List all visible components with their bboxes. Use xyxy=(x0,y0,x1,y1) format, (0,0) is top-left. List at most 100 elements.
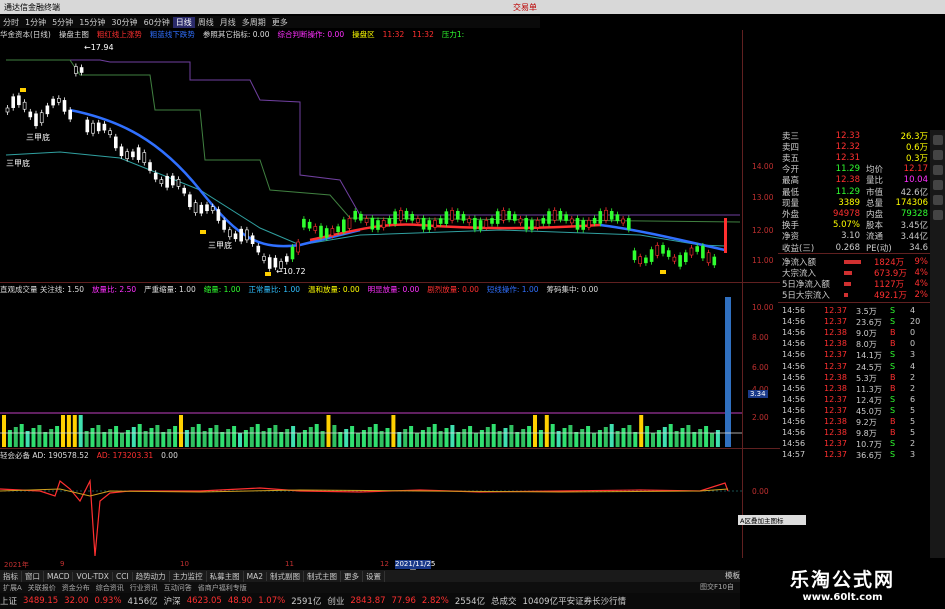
tool-icon[interactable] xyxy=(932,150,943,160)
period-tab[interactable]: 30分钟 xyxy=(108,17,140,28)
overlay-label[interactable]: A区叠加主图标 xyxy=(738,515,806,525)
period-tab[interactable]: 更多 xyxy=(269,17,291,28)
quote-value: 12.17 xyxy=(903,164,928,175)
candle xyxy=(273,257,278,268)
tool-icon[interactable] xyxy=(932,195,943,205)
indicator-tab[interactable]: 制式副图 xyxy=(267,570,305,582)
candle xyxy=(62,100,67,112)
quote-row: 卖三 12.33 26.3万 xyxy=(778,130,930,142)
indicator-tab[interactable]: 窗口 xyxy=(22,570,44,582)
f10-label[interactable]: 图交F10自 xyxy=(700,582,742,593)
candle xyxy=(56,98,61,103)
volume-bar xyxy=(639,415,644,447)
info-tab[interactable]: 关联报价 xyxy=(25,583,59,593)
watermark-url: www.60lt.com xyxy=(802,591,883,603)
info-tab[interactable]: 资金分布 xyxy=(59,583,93,593)
indicator-param: 明显放量: 0.00 xyxy=(367,285,420,294)
tick-row: 14:56 12.37 12.4万 S 6 xyxy=(778,395,930,406)
quote-label: PE(动) xyxy=(866,243,892,254)
tick-cell: 10.7万 xyxy=(856,440,882,450)
indicator-tab[interactable]: 更多 xyxy=(341,570,364,582)
info-tab[interactable]: 扩展A xyxy=(0,583,25,593)
tick-cell: 14.1万 xyxy=(856,351,882,361)
volume-bar-spike xyxy=(725,297,731,447)
period-tab[interactable]: 周线 xyxy=(195,17,217,28)
bottom-tab-bar-2: 扩展A 关联报价 资金分布 综合资讯 行业资讯 互动问答 省商户福利专版 xyxy=(0,582,740,593)
quote-value: 12.38 xyxy=(835,175,860,186)
candle xyxy=(96,122,101,132)
volume-bar xyxy=(391,415,396,447)
date-cursor-box: 2021/11/25四 xyxy=(395,560,436,577)
indicator-tab[interactable]: 趋势动力 xyxy=(133,570,170,582)
period-tab[interactable]: 多周期 xyxy=(239,17,269,28)
quote-row: 今开 11.29 均价 12.17 xyxy=(778,164,930,175)
tick-count: 20 xyxy=(910,317,921,327)
volume-bar xyxy=(521,429,526,447)
status-item: 4156亿 xyxy=(127,597,158,607)
indicator-param: 直观成交量 关注线: 1.50 xyxy=(0,285,84,294)
period-tab[interactable]: 日线 xyxy=(172,16,195,28)
pane-divider xyxy=(0,282,780,283)
tick-row: 14:56 12.38 8.0万 B 0 xyxy=(778,339,930,350)
main-kline-chart[interactable]: 三甲底三甲底三甲底←17.94←10.72 xyxy=(0,40,742,282)
trade-button[interactable]: 交易单 xyxy=(513,2,537,13)
indicator-tab[interactable]: 设置 xyxy=(363,570,386,582)
indicator-tab[interactable]: MA2 xyxy=(244,571,268,581)
candle xyxy=(364,218,369,223)
indicator-tab[interactable]: 私募主图 xyxy=(207,570,244,582)
info-tab[interactable]: 综合资讯 xyxy=(93,583,127,593)
quote-volume: 0.3万 xyxy=(905,153,928,164)
tick-cell: 3.5万 xyxy=(856,307,877,316)
volume-bar xyxy=(662,427,667,447)
candle xyxy=(672,256,677,262)
ad-chart[interactable] xyxy=(0,461,742,559)
tool-icon[interactable] xyxy=(932,210,943,220)
volume-bar xyxy=(173,426,178,447)
candle xyxy=(433,220,437,228)
quote-panel: 卖三 12.33 26.3万 卖四 12.32 0.6万 卖五 12.31 0.3万 今开 11.2… xyxy=(778,130,930,600)
status-item: 4623.05 xyxy=(186,596,222,606)
tick-cell: 12.38 xyxy=(824,328,847,338)
indicator-tab[interactable]: MACD xyxy=(44,571,74,581)
status-item: 总成交 xyxy=(491,597,517,607)
candle xyxy=(598,211,603,224)
indicator-param: 严重缩量: 1.00 xyxy=(144,285,196,294)
info-tab[interactable]: 省商户福利专版 xyxy=(195,583,250,593)
info-tab[interactable]: 互动问答 xyxy=(161,583,195,593)
quote-row: 换手 5.07% 股本 3.45亿 xyxy=(778,220,930,231)
candle xyxy=(683,252,688,263)
indicator-tab[interactable]: 主力监控 xyxy=(170,570,207,582)
indicator-tab[interactable]: VOL-TDX xyxy=(73,571,113,581)
quote-volume: 0.6万 xyxy=(905,142,928,153)
volume-chart[interactable] xyxy=(0,295,742,447)
fund-flow-row: 净流入额 1824万 9% xyxy=(778,256,930,268)
volume-bar xyxy=(55,426,60,447)
tick-row: 14:57 12.37 36.6万 S 3 xyxy=(778,450,930,461)
period-tab[interactable]: 60分钟 xyxy=(141,17,173,28)
indicator-param: 轻会必备 AD: 190578.52 xyxy=(0,451,89,460)
tool-icon[interactable] xyxy=(932,135,943,145)
tick-count: 5 xyxy=(910,428,916,438)
period-tab[interactable]: 1分钟 xyxy=(22,17,49,28)
indicator-tab[interactable]: 制式主图 xyxy=(304,570,342,582)
tool-icon[interactable] xyxy=(932,180,943,190)
tool-icon[interactable] xyxy=(932,165,943,175)
candle xyxy=(102,123,107,131)
period-tab[interactable]: 分时 xyxy=(0,17,22,28)
period-tab[interactable]: 5分钟 xyxy=(49,17,76,28)
status-item: 2.82% xyxy=(421,596,449,606)
candle xyxy=(501,210,506,221)
volume-bar xyxy=(367,427,372,447)
period-tab[interactable]: 月线 xyxy=(217,17,239,28)
candle xyxy=(284,256,289,262)
volume-bar xyxy=(196,424,201,447)
indicator-tab[interactable]: 指标 xyxy=(0,570,22,582)
volume-bar xyxy=(96,425,101,447)
period-tab[interactable]: 15分钟 xyxy=(76,17,108,28)
info-tab[interactable]: 行业资讯 xyxy=(127,583,161,593)
quote-label: 均价 xyxy=(866,165,884,176)
candle xyxy=(484,220,489,228)
tick-cell: B xyxy=(890,339,896,349)
tick-cell: 11.3万 xyxy=(856,384,882,394)
indicator-tab[interactable]: CCI xyxy=(113,571,133,581)
